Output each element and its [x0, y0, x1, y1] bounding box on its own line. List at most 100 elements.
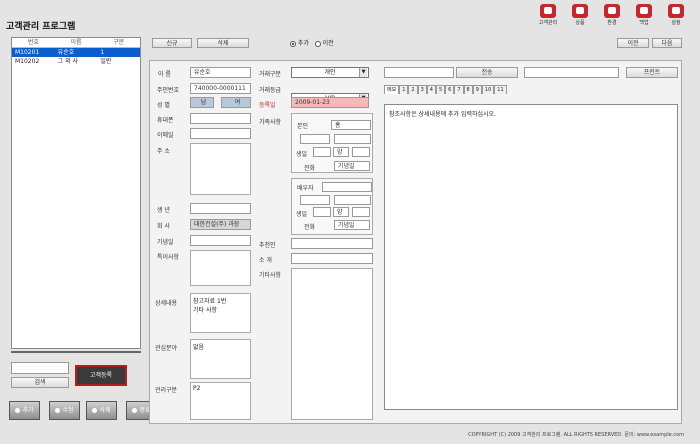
- interest-field[interactable]: 없음: [190, 339, 251, 379]
- list-item[interactable]: M10202 그 외 사 일반: [12, 57, 140, 66]
- tab-10[interactable]: 10: [481, 85, 495, 94]
- toolbar-backup-button[interactable]: 백업: [634, 4, 654, 26]
- id-field[interactable]: 740000-0000111: [190, 83, 251, 94]
- register-customer-button[interactable]: 고객등록: [75, 365, 127, 386]
- toolbar-customer-button[interactable]: 고객관리: [538, 4, 558, 26]
- note-label: 특이사항: [157, 254, 180, 261]
- main-toolbar: 고객관리 상품 환경 백업 설정: [538, 4, 686, 26]
- gender-male-button[interactable]: 남: [190, 97, 214, 108]
- add-button[interactable]: 추가: [9, 401, 40, 420]
- category-label: 거래구분: [259, 71, 282, 78]
- tab-8[interactable]: 8: [463, 85, 473, 94]
- anniversary-field[interactable]: [190, 235, 251, 246]
- note-field[interactable]: [190, 250, 251, 286]
- family-day-1[interactable]: [352, 147, 370, 157]
- tab-2[interactable]: 2: [408, 85, 418, 94]
- family-cal-1[interactable]: 양: [333, 147, 349, 157]
- search-input[interactable]: [11, 362, 69, 374]
- email-label: 이메일: [157, 132, 174, 139]
- manage-field[interactable]: P2: [190, 382, 251, 420]
- name-label: 이 름: [158, 71, 171, 78]
- family-name-1[interactable]: 홍: [331, 120, 371, 130]
- memo-textarea[interactable]: 참조사항은 상세내용에 추가 입력하십시오.: [384, 104, 678, 410]
- bottom-button-row: 추가 수정 삭제 종료: [9, 401, 157, 420]
- print-button[interactable]: 프린트: [626, 67, 678, 78]
- grade-label: 거래등급: [259, 87, 282, 94]
- copyright-footer: COPYRIGHT (C) 2009 고객관리 프로그램. ALL RIGHTS…: [468, 432, 684, 438]
- tools-icon: [604, 4, 620, 18]
- tab-4[interactable]: 4: [426, 85, 436, 94]
- edit-button[interactable]: 수정: [49, 401, 80, 420]
- new-button[interactable]: 신규: [152, 38, 192, 48]
- tab-9[interactable]: 9: [472, 85, 482, 94]
- email-field[interactable]: [190, 128, 251, 139]
- misc-label: 기타사항: [259, 272, 282, 279]
- family-field-2b[interactable]: [334, 195, 371, 205]
- memo-tabs: 메모 1 2 3 4 5 6 7 8 9 10 11: [384, 85, 507, 94]
- family-day-2[interactable]: [352, 207, 370, 217]
- radio-prev[interactable]: [314, 40, 321, 47]
- send-button[interactable]: 전송: [456, 67, 518, 78]
- gear-icon: [668, 4, 684, 18]
- gender-label: 성 별: [157, 102, 170, 109]
- family-box-2: 배우자 생일 양 전화 기념일: [291, 178, 373, 235]
- phone-field[interactable]: [190, 113, 251, 124]
- family-anniv-1[interactable]: 기념일: [334, 161, 370, 171]
- add-icon: [15, 408, 21, 413]
- prev-button[interactable]: 이전: [617, 38, 649, 48]
- toolbar-env-button[interactable]: 환경: [602, 4, 622, 26]
- tab-5[interactable]: 5: [435, 85, 446, 94]
- person-icon: [540, 4, 556, 18]
- address-field[interactable]: [190, 143, 251, 195]
- toolbar-settings-button[interactable]: 설정: [666, 4, 686, 26]
- app-title: 고객관리 프로그램: [6, 22, 76, 32]
- radio-add[interactable]: [290, 40, 296, 47]
- mode-radio-group: 추가 이전: [290, 38, 334, 47]
- referrer-label: 추천인: [259, 242, 276, 249]
- list-item[interactable]: M10201 유순호 1: [12, 48, 140, 57]
- tab-1[interactable]: 1: [399, 85, 409, 94]
- tab-7[interactable]: 7: [454, 85, 464, 94]
- birth-field[interactable]: [190, 203, 251, 214]
- source-field[interactable]: [291, 253, 373, 264]
- family-label: 가족사항: [259, 119, 282, 126]
- send-input[interactable]: [384, 67, 454, 78]
- delete-top-button[interactable]: 삭제: [197, 38, 249, 48]
- family-field-1a[interactable]: [300, 134, 330, 144]
- gender-female-button[interactable]: 여: [221, 97, 251, 108]
- family-field-2a[interactable]: [300, 195, 330, 205]
- misc-field[interactable]: [291, 268, 373, 420]
- memo-text: 참조사항은 상세내용에 추가 입력하십시오.: [389, 111, 496, 118]
- company-field[interactable]: 대한건설(주) 과장: [190, 219, 251, 230]
- delete-button[interactable]: 삭제: [86, 401, 117, 420]
- source-label: 소 개: [259, 257, 272, 264]
- category-select[interactable]: 개인: [291, 67, 369, 78]
- family-field-1b[interactable]: [334, 134, 371, 144]
- toolbar-product-button[interactable]: 상품: [570, 4, 590, 26]
- next-button[interactable]: 다음: [652, 38, 682, 48]
- tab-memo[interactable]: 메모: [384, 85, 400, 94]
- family-anniv-2[interactable]: 기념일: [334, 220, 370, 230]
- detail-field[interactable]: 참고자료 1번 기타 사항: [190, 293, 251, 333]
- tab-6[interactable]: 6: [445, 85, 455, 94]
- family-birth-2[interactable]: [313, 207, 331, 217]
- family-cal-2[interactable]: 양: [333, 207, 349, 217]
- family-birth-1[interactable]: [313, 147, 331, 157]
- id-label: 주민번호: [157, 87, 180, 94]
- anniversary-label: 기념일: [157, 239, 174, 246]
- backup-icon: [636, 4, 652, 18]
- print-input[interactable]: [524, 67, 619, 78]
- referrer-field[interactable]: [291, 238, 373, 249]
- customer-list[interactable]: 번호 이름 구분 M10201 유순호 1 M10202 그 외 사 일반: [11, 37, 141, 349]
- birth-label: 생 년: [157, 207, 170, 214]
- address-label: 주 소: [157, 148, 170, 155]
- name-field[interactable]: 유순호: [190, 67, 251, 78]
- tab-3[interactable]: 3: [417, 85, 427, 94]
- search-button[interactable]: 검색: [11, 377, 69, 388]
- tab-11[interactable]: 11: [494, 85, 507, 94]
- company-label: 회 사: [157, 223, 170, 230]
- divider: [11, 351, 141, 353]
- detail-label: 상세내용: [155, 300, 178, 307]
- regdate-field[interactable]: 2009-01-23: [291, 97, 369, 108]
- family-name-2[interactable]: [322, 182, 372, 192]
